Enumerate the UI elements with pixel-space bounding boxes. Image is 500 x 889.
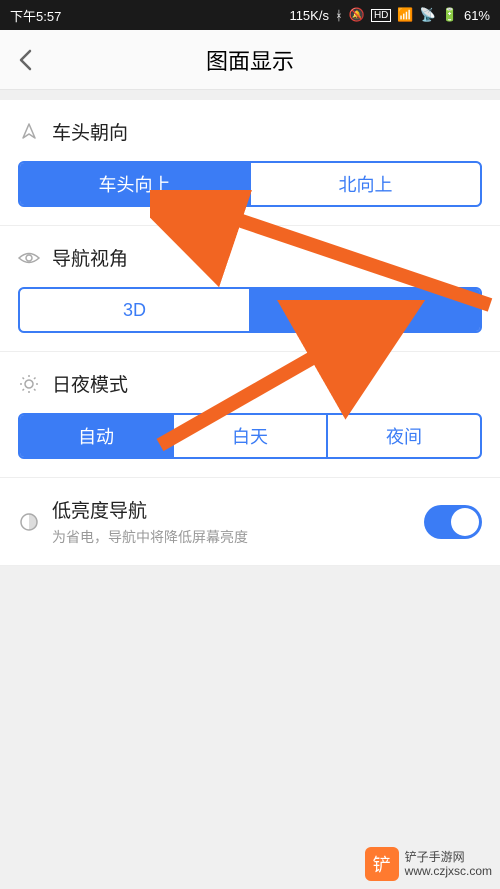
opt-head-up[interactable]: 车头向上 <box>20 163 249 205</box>
opt-3d[interactable]: 3D <box>20 289 249 331</box>
opt-north-up[interactable]: 北向上 <box>249 163 480 205</box>
arrow-icon <box>18 121 40 143</box>
seg-view: 3D 2D <box>18 287 482 333</box>
sun-icon <box>18 373 40 395</box>
watermark: 铲 铲子手游网 www.czjxsc.com <box>365 847 492 881</box>
watermark-logo-icon: 铲 <box>365 847 399 881</box>
opt-2d[interactable]: 2D <box>249 289 480 331</box>
section-view: 导航视角 3D 2D <box>0 226 500 352</box>
section-heading: 车头朝向 车头向上 北向上 <box>0 100 500 226</box>
brightness-icon <box>18 511 40 533</box>
page-title: 图面显示 <box>0 44 500 76</box>
toggle-knob <box>451 508 479 536</box>
signal-icon: 📶 <box>397 7 413 23</box>
hd-icon: HD <box>371 9 391 22</box>
battery-icon: 🔋 <box>442 7 458 23</box>
bluetooth-icon: ᚼ <box>335 8 343 23</box>
seg-heading: 车头向上 北向上 <box>18 161 482 207</box>
brightness-title: 低亮度导航 <box>52 496 424 523</box>
seg-daynight: 自动 白天 夜间 <box>18 413 482 459</box>
brightness-toggle[interactable] <box>424 505 482 539</box>
battery-pct: 61% <box>464 8 490 23</box>
brightness-subtitle: 为省电，导航中将降低屏幕亮度 <box>52 527 424 547</box>
row-low-brightness: 低亮度导航 为省电，导航中将降低屏幕亮度 <box>0 478 500 566</box>
status-right: 115K/s ᚼ 🔕 HD 📶 📡 🔋 61% <box>289 7 490 23</box>
opt-auto[interactable]: 自动 <box>20 415 172 457</box>
opt-night[interactable]: 夜间 <box>326 415 480 457</box>
section-daynight: 日夜模式 自动 白天 夜间 <box>0 352 500 478</box>
wifi-icon: 📡 <box>420 7 436 23</box>
watermark-brand: 铲子手游网 <box>405 850 492 864</box>
chevron-left-icon <box>18 49 32 71</box>
opt-day[interactable]: 白天 <box>172 415 326 457</box>
status-bar: 下午5:57 115K/s ᚼ 🔕 HD 📶 📡 🔋 61% <box>0 0 500 30</box>
eye-icon <box>18 247 40 269</box>
view-title: 导航视角 <box>52 244 128 271</box>
mute-icon: 🔕 <box>349 7 365 23</box>
content: 车头朝向 车头向上 北向上 导航视角 3D 2D 日夜模式 自动 白天 <box>0 100 500 566</box>
daynight-title: 日夜模式 <box>52 370 128 397</box>
heading-title: 车头朝向 <box>52 118 128 145</box>
header: 图面显示 <box>0 30 500 90</box>
back-button[interactable] <box>0 30 50 90</box>
watermark-url: www.czjxsc.com <box>405 864 492 878</box>
status-time: 下午5:57 <box>10 6 61 25</box>
status-speed: 115K/s <box>289 8 329 23</box>
